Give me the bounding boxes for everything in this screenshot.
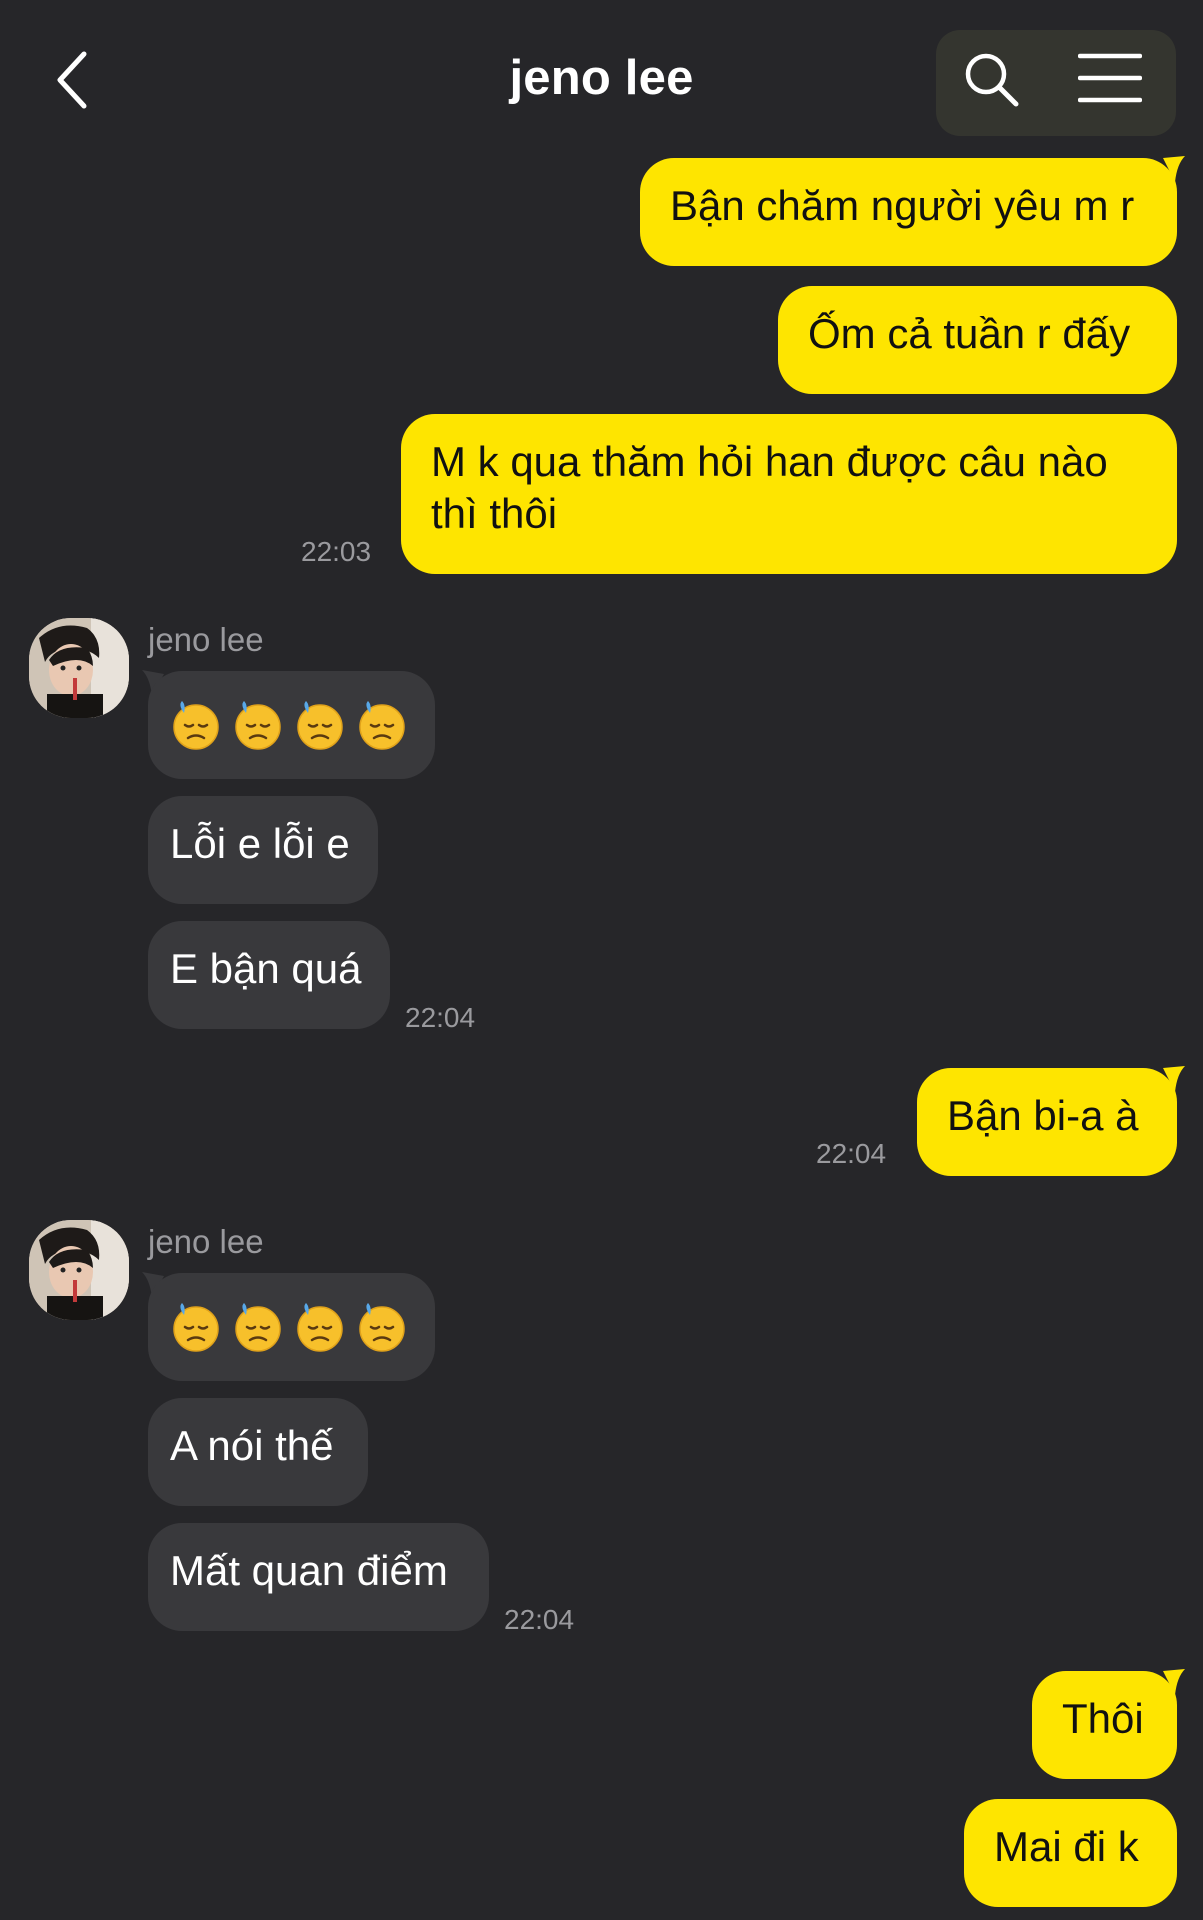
- incoming-message[interactable]: A nói thế: [148, 1398, 368, 1506]
- timestamp: 22:04: [816, 1138, 887, 1169]
- timestamp: 22:03: [301, 536, 372, 567]
- search-icon[interactable]: [962, 50, 1022, 110]
- downcast-sweat-emoji-icon: [170, 1301, 222, 1353]
- bubble-tail: [1163, 1669, 1185, 1695]
- message-line: M k qua thăm hỏi han được câu nào: [431, 438, 1108, 485]
- emoji-row: [170, 699, 413, 751]
- incoming-message-emoji[interactable]: [148, 1273, 435, 1381]
- bubble-tail: [1163, 1066, 1185, 1092]
- outgoing-message[interactable]: Mai đi k: [964, 1799, 1177, 1907]
- outgoing-message[interactable]: M k qua thăm hỏi han được câu nào thì th…: [401, 414, 1177, 574]
- downcast-sweat-emoji-icon: [170, 699, 222, 751]
- message-line: thì thôi: [431, 490, 558, 537]
- emoji-row: [170, 1301, 413, 1353]
- downcast-sweat-emoji-icon: [232, 699, 284, 751]
- incoming-message[interactable]: Lỗi e lỗi e: [148, 796, 378, 904]
- downcast-sweat-emoji-icon: [232, 1301, 284, 1353]
- downcast-sweat-emoji-icon: [294, 699, 346, 751]
- timestamp: 22:04: [504, 1604, 575, 1635]
- timestamp: 22:04: [405, 1002, 476, 1033]
- outgoing-message[interactable]: Thôi: [1032, 1671, 1177, 1779]
- downcast-sweat-emoji-icon: [294, 1301, 346, 1353]
- downcast-sweat-emoji-icon: [356, 699, 408, 751]
- chat-header: jeno lee: [0, 0, 1203, 160]
- outgoing-message[interactable]: Bận chăm người yêu m r: [640, 158, 1177, 266]
- outgoing-message[interactable]: Bận bi-a à: [917, 1068, 1177, 1176]
- hamburger-menu-icon[interactable]: [1078, 52, 1142, 104]
- incoming-message[interactable]: Mất quan điểm: [148, 1523, 489, 1631]
- sender-name: jeno lee: [148, 621, 264, 658]
- bubble-tail: [1163, 156, 1185, 182]
- avatar[interactable]: [29, 618, 129, 718]
- avatar[interactable]: [29, 1220, 129, 1320]
- incoming-message-emoji[interactable]: [148, 671, 435, 779]
- incoming-message[interactable]: E bận quá: [148, 921, 390, 1029]
- sender-name: jeno lee: [148, 1223, 264, 1260]
- outgoing-message[interactable]: Ốm cả tuần r đấy: [778, 286, 1177, 394]
- downcast-sweat-emoji-icon: [356, 1301, 408, 1353]
